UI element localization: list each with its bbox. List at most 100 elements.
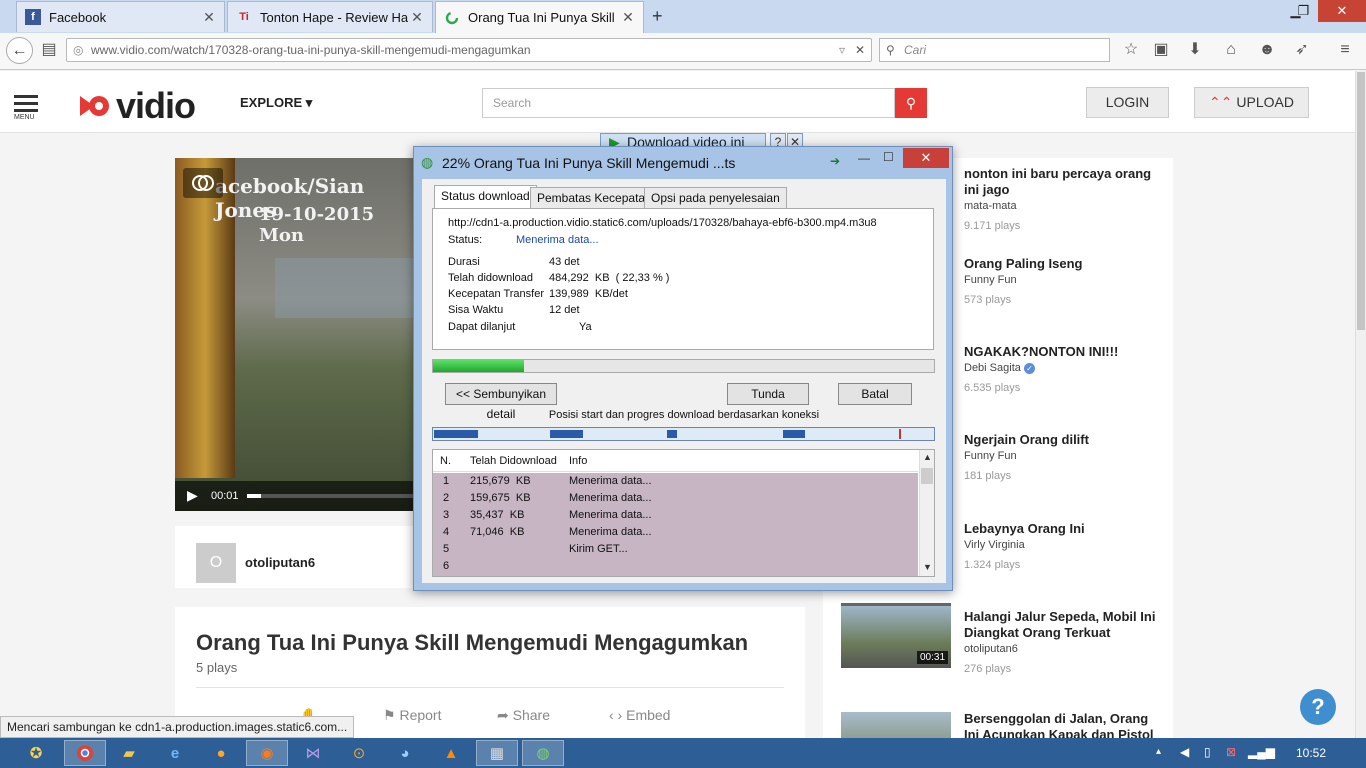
related-item[interactable]: Orang Paling Iseng Funny Fun 573 plays	[964, 256, 1164, 306]
hide-details-button[interactable]: << Sembunyikan detail	[445, 383, 557, 421]
dropdown-icon[interactable]: ▿	[839, 39, 845, 61]
row-info: Menerima data...	[569, 492, 652, 504]
list-row[interactable]: 5 Kirim GET...	[433, 541, 918, 558]
visual-studio-icon[interactable]: ⋈	[292, 740, 334, 766]
media-player-icon[interactable]: ●	[200, 740, 242, 766]
tab-speed-limiter[interactable]: Pembatas Kecepatan	[530, 187, 659, 209]
file-explorer-icon[interactable]: ▰	[108, 740, 150, 766]
tab-status-download[interactable]: Status download	[434, 185, 537, 209]
vidio-logo[interactable]: vidio	[80, 85, 196, 127]
home-icon[interactable]: ⌂	[1220, 39, 1242, 61]
seek-bar[interactable]	[247, 494, 415, 498]
volume-icon[interactable]: ◀	[1180, 745, 1189, 759]
related-item[interactable]: nonton ini baru percaya orang ini jago ma…	[964, 166, 1164, 232]
field-value: 484,292 KB ( 22,33 % )	[549, 272, 670, 284]
scroll-thumb[interactable]	[921, 468, 933, 484]
avast-icon[interactable]: ⊙	[338, 740, 380, 766]
tray-expand-icon[interactable]: ▴	[1156, 746, 1161, 757]
close-icon[interactable]: ✕	[619, 9, 637, 26]
related-item[interactable]: NGAKAK?NONTON INI!!! Debi Sagita ✓ 6.535 p…	[964, 344, 1164, 394]
tab-facebook[interactable]: f Facebook ✕	[16, 1, 225, 32]
embed-button[interactable]: ‹ › Embed	[609, 707, 670, 723]
bookmark-star-icon[interactable]: ☆	[1120, 39, 1142, 61]
share-button[interactable]: ➦ Share	[497, 707, 550, 724]
stop-icon[interactable]: ✕	[855, 39, 865, 61]
clock[interactable]: 10:52	[1296, 746, 1326, 760]
row-size: 215,679 KB	[470, 475, 531, 487]
send-icon[interactable]: ➶	[1291, 39, 1313, 61]
cancel-button[interactable]: Batal	[838, 383, 912, 405]
row-n: 4	[443, 526, 450, 538]
history-icon[interactable]: ▤	[38, 39, 60, 61]
uploader-name[interactable]: otoliputan6	[245, 555, 315, 570]
chrome-icon[interactable]	[64, 740, 106, 766]
related-plays: 276 plays	[964, 663, 1012, 675]
vlc-icon[interactable]: ▲	[430, 740, 472, 766]
related-title: Lebaynya Orang Ini	[964, 521, 1085, 536]
avatar[interactable]: O	[196, 543, 236, 583]
minimize-button[interactable]: —	[858, 151, 870, 165]
related-item[interactable]: Bersenggolan di Jalan, Orang Ini Acungka…	[964, 711, 1164, 738]
login-button[interactable]: LOGIN	[1086, 87, 1169, 118]
search-input[interactable]: ⚲ Cari	[879, 38, 1110, 62]
scrollbar-thumb[interactable]	[1357, 72, 1365, 330]
play-icon[interactable]: ▶	[187, 487, 198, 504]
hamburger-menu[interactable]: MENU	[14, 95, 38, 121]
downloads-icon[interactable]: ⬇	[1184, 39, 1206, 61]
idm-icon[interactable]: ◍	[522, 740, 564, 766]
explore-menu[interactable]: EXPLORE ▾	[240, 95, 312, 111]
bookmarks-list-icon[interactable]: ▣	[1150, 39, 1172, 61]
row-n: 1	[443, 475, 450, 487]
back-button[interactable]: ←	[6, 37, 33, 64]
col-info[interactable]: Info	[569, 455, 587, 467]
menu-icon[interactable]: ≡	[1334, 39, 1356, 61]
internet-explorer-icon[interactable]: e	[154, 740, 196, 766]
close-icon[interactable]: ✕	[408, 9, 426, 26]
tab-completion-options[interactable]: Opsi pada penyelesaian	[644, 187, 787, 209]
scroll-down-icon[interactable]: ▼	[923, 562, 932, 572]
site-search-placeholder: Search	[493, 96, 532, 110]
pause-button[interactable]: Tunda	[727, 383, 809, 405]
window-close-button[interactable]: ✕	[1318, 0, 1366, 22]
network-error-icon[interactable]: ⊠	[1226, 745, 1236, 759]
app-window-icon[interactable]: ▦	[476, 740, 518, 766]
related-item[interactable]: Lebaynya Orang Ini Virly Virginia 1.324 pl…	[964, 521, 1164, 571]
close-icon[interactable]: ✕	[200, 9, 218, 26]
chat-app-icon[interactable]: ◕	[384, 740, 426, 766]
maximize-button[interactable]: ☐	[883, 150, 894, 164]
list-row[interactable]: 2 159,675 KB Menerima data...	[433, 490, 918, 507]
signal-icon[interactable]: ▂▄▆	[1248, 745, 1275, 759]
tab-tontonhape[interactable]: Ti Tonton Hape - Review Han... ✕	[227, 1, 433, 32]
dialog-close-button[interactable]: ✕	[903, 148, 949, 168]
new-tab-button[interactable]: +	[652, 6, 663, 27]
firefox-icon[interactable]: ◉	[246, 740, 288, 766]
battery-icon[interactable]: ▯	[1204, 745, 1211, 759]
video-thumbnail[interactable]	[841, 712, 951, 738]
list-row[interactable]: 1 215,679 KB Menerima data...	[433, 473, 918, 490]
col-downloaded[interactable]: Telah Didownload	[470, 455, 557, 467]
site-search-button[interactable]: ⚲	[895, 88, 927, 118]
chat-icon[interactable]: ☻	[1256, 39, 1278, 61]
url-bar[interactable]: ◎ www.vidio.com/watch/170328-orang-tua-i…	[66, 38, 872, 62]
list-row[interactable]: 3 35,437 KB Menerima data...	[433, 507, 918, 524]
related-item[interactable]: Ngerjain Orang dilift Funny Fun 181 plays	[964, 432, 1164, 482]
restore-button[interactable]: ❐	[1290, 0, 1317, 22]
list-row[interactable]: 6	[433, 558, 918, 575]
col-n[interactable]: N.	[440, 455, 451, 467]
help-button[interactable]: ?	[1300, 689, 1336, 725]
scroll-up-icon[interactable]: ▲	[923, 452, 932, 462]
related-item[interactable]: Halangi Jalur Sepeda, Mobil Ini Diangkat…	[964, 609, 1164, 675]
video-title: Orang Tua Ini Punya Skill Mengemudi Meng…	[196, 630, 749, 655]
report-button[interactable]: ⚑ Report	[383, 707, 441, 724]
status-label: Status:	[448, 234, 483, 246]
start-icon[interactable]: ✪	[16, 740, 56, 766]
site-search-input[interactable]: Search	[482, 88, 895, 118]
list-scrollbar[interactable]: ▲ ▼	[919, 450, 934, 576]
video-player[interactable]: acebook/Sian Jones 19-10-2015 Mon ▶ 00:0…	[175, 158, 415, 511]
upload-button[interactable]: ⌃⌃ UPLOAD	[1194, 87, 1309, 118]
list-row[interactable]: 4 71,046 KB Menerima data...	[433, 524, 918, 541]
video-thumbnail[interactable]: 00:31	[841, 606, 951, 668]
dialog-title: 22% Orang Tua Ini Punya Skill Mengemudi …	[442, 155, 736, 171]
tab-vidio[interactable]: Orang Tua Ini Punya Skill ... ✕	[435, 1, 644, 33]
arrow-icon[interactable]: ➔	[830, 154, 840, 168]
